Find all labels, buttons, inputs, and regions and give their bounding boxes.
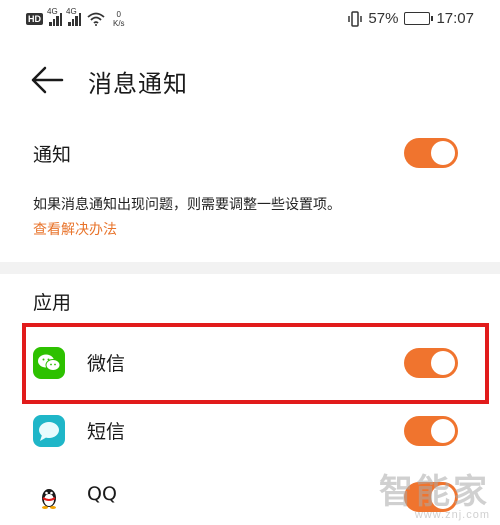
speed-unit: K/s [113,19,125,28]
battery-icon [404,12,434,25]
app-name: 短信 [87,421,126,443]
signal-icon-2: 4G [66,7,81,26]
app-name: QQ [87,483,117,505]
toggle-knob [431,419,455,443]
status-bar: HD 4G 4G 0 K/s 57% 17:07 [0,0,500,44]
notification-label: 通知 [33,144,72,166]
network-type-2: 4G [66,7,77,16]
network-speed: 0 K/s [113,10,125,28]
signal-icon: 4G [47,7,62,26]
clock: 17:07 [436,10,474,27]
network-type-1: 4G [47,7,58,16]
watermark: 智能家 www.znj.com [379,464,490,521]
solution-link[interactable]: 查看解决办法 [33,219,117,239]
notification-hint: 如果消息通知出现问题，则需要调整一些设置项。 [33,197,341,213]
highlight-box [22,323,489,404]
speed-value: 0 [116,10,121,19]
sms-toggle[interactable] [404,416,458,446]
header: 消息通知 [0,56,500,106]
wifi-icon [87,12,105,26]
section-divider [0,262,500,274]
watermark-text: 智能家 [379,472,490,512]
app-row-sms[interactable]: 短信 [0,399,500,463]
apps-section-title: 应用 [33,292,72,314]
toggle-knob [431,141,455,165]
hd-badge: HD [26,13,43,25]
battery-percent: 57% [368,10,399,27]
messages-icon [33,415,65,447]
status-right: 57% 17:07 [348,10,474,27]
notification-row: 通知 [0,128,500,178]
vibrate-icon [348,10,363,27]
back-arrow-icon[interactable] [30,65,64,95]
page-title: 消息通知 [88,70,188,98]
notification-toggle[interactable] [404,138,458,168]
qq-penguin-icon [42,489,56,509]
status-left: HD 4G 4G 0 K/s [26,7,125,28]
